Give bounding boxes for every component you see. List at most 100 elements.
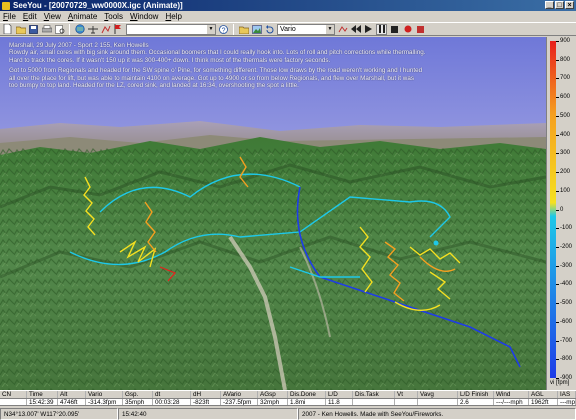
color-scale-tick (556, 359, 559, 361)
column-header[interactable]: Dis.Task (353, 391, 395, 398)
maximize-button[interactable]: □ (555, 1, 564, 9)
color-scale-tick (556, 78, 559, 80)
color-scale-tick (556, 153, 559, 155)
column-header[interactable]: Vavg (418, 391, 458, 398)
chevron-down-icon: ▼ (326, 24, 334, 34)
chevron-down-icon: ▼ (207, 24, 215, 34)
column-header[interactable]: IAS (558, 391, 576, 398)
status-time: 15:42:40 (118, 408, 298, 420)
route-icon[interactable] (100, 24, 111, 35)
menu-tools[interactable]: Tools (104, 12, 123, 21)
color-scale-label: -500 (560, 300, 573, 307)
color-scale-label: -100 (560, 225, 573, 232)
column-header[interactable]: Vt (395, 391, 418, 398)
menu-bar: File Edit View Animate Tools Window Help (0, 11, 576, 22)
column-header[interactable]: Wind (494, 391, 529, 398)
undo-icon[interactable] (264, 24, 275, 35)
window-title: SeeYou - [20070729_ww0000X.igc (Animate)… (13, 1, 183, 10)
color-scale-tick (556, 190, 559, 192)
color-scale-tick (556, 59, 559, 61)
color-scale-label: 100 (560, 187, 571, 194)
column-header[interactable]: Time (27, 391, 58, 398)
column-header[interactable]: CN (0, 391, 27, 398)
table-cell: 00:03:28 (153, 399, 191, 405)
column-header[interactable]: dH (191, 391, 221, 398)
save-icon[interactable] (28, 24, 39, 35)
table-cell: 35mph (123, 399, 153, 405)
toolbar-separator (233, 23, 234, 35)
color-scale-label: 200 (560, 169, 571, 176)
open-folder-icon[interactable] (15, 24, 26, 35)
folder-icon[interactable] (238, 24, 249, 35)
rewind-icon[interactable] (350, 24, 361, 35)
color-scale-tick (556, 246, 559, 248)
menu-help[interactable]: Help (165, 12, 181, 21)
column-header[interactable]: Dis.Done (288, 391, 326, 398)
record-icon[interactable] (402, 24, 413, 35)
help-icon[interactable]: ? (218, 24, 229, 35)
map-3d-viewport[interactable]: Marshall, 29 July 2007 - Sport 2 155, Ke… (0, 37, 546, 390)
color-scale-tick (556, 41, 559, 42)
color-scale-unit: vi [fpm] (550, 380, 570, 386)
table-cell: 11.8 (326, 399, 353, 405)
table-cell (353, 399, 395, 405)
flight-combo[interactable]: ▼ (126, 23, 216, 35)
notes-line: Hard to track the cores. If it wasn't 15… (9, 56, 331, 64)
menu-animate[interactable]: Animate (68, 12, 97, 21)
status-bar: N34°13.007' W117°20.095' 15:42:40 2007 -… (0, 408, 576, 420)
color-scale-label: -700 (560, 337, 573, 344)
status-coordinates-text: N34°13.007' W117°20.095' (4, 411, 80, 418)
column-header[interactable]: dt (153, 391, 191, 398)
column-header[interactable]: L/D (326, 391, 353, 398)
record-stop-icon[interactable] (415, 24, 426, 35)
column-header[interactable]: L/D Finish (458, 391, 494, 398)
color-scale-label: -800 (560, 356, 573, 363)
color-scale-tick (556, 209, 559, 211)
column-header[interactable]: Gsp. (123, 391, 153, 398)
svg-text:?: ? (222, 27, 226, 34)
close-button[interactable]: × (565, 1, 574, 9)
notes-line: too bumpy to top land. Headed for the LZ… (9, 82, 299, 90)
table-cell: 15:42:39 (27, 399, 58, 405)
table-cell: 2.6 (458, 399, 494, 405)
minimize-button[interactable]: _ (545, 1, 554, 9)
notes-line: Rowdy air, small cores with big sink aro… (9, 49, 426, 57)
menu-edit[interactable]: Edit (23, 12, 37, 21)
glider-icon[interactable] (87, 24, 98, 35)
table-cell: ---/---mph (494, 399, 529, 405)
settings-icon[interactable] (337, 24, 348, 35)
status-coordinates: N34°13.007' W117°20.095' (0, 408, 118, 420)
pause-icon[interactable] (376, 23, 387, 35)
menu-window[interactable]: Window (130, 12, 158, 21)
color-scale-tick (556, 228, 559, 230)
notes-line: Got to 5000 from Regionals and headed fo… (9, 67, 423, 75)
title-bar: SeeYou - [20070729_ww0000X.igc (Animate)… (0, 0, 576, 11)
notes-line: all over the place for lift, but was abl… (9, 74, 414, 82)
toolbar: ▼ ? Vario ▼ (0, 22, 576, 36)
column-header[interactable]: AVario (221, 391, 258, 398)
menu-view[interactable]: View (44, 12, 61, 21)
print-preview-icon[interactable] (54, 24, 65, 35)
column-header[interactable]: AGL (529, 391, 558, 398)
globe-icon[interactable] (74, 24, 85, 35)
column-header[interactable]: Vario (86, 391, 123, 398)
status-copyright-text: 2007 - Ken Howells. Made with SeeYou/Fir… (302, 411, 444, 418)
color-scale-label: -200 (560, 243, 573, 250)
vario-combo[interactable]: Vario ▼ (277, 23, 335, 35)
flight-data-header: CN Time Alt Vario Gsp. dt dH AVario AGsp Dis.Done… (0, 390, 576, 398)
new-file-icon[interactable] (2, 24, 13, 35)
column-header[interactable]: Alt (58, 391, 86, 398)
stop-icon[interactable] (389, 24, 400, 35)
status-time-text: 15:42:40 (122, 411, 147, 418)
color-scale-tick (556, 321, 559, 323)
flight-data-row[interactable]: 15:42:39 4746ft -314.3fpm 35mph 00:03:28 -823… (0, 398, 576, 406)
play-icon[interactable] (363, 24, 374, 35)
column-header[interactable]: AGsp (258, 391, 288, 398)
image-icon[interactable] (251, 24, 262, 35)
menu-file[interactable]: File (3, 12, 16, 21)
table-cell (418, 399, 458, 405)
color-scale-label: 600 (560, 94, 571, 101)
flag-icon[interactable] (113, 24, 124, 35)
print-icon[interactable] (41, 24, 52, 35)
table-cell: -823ft (191, 399, 221, 405)
